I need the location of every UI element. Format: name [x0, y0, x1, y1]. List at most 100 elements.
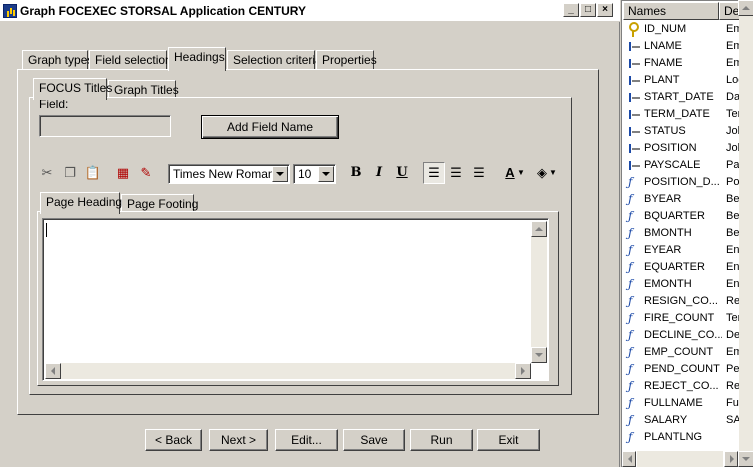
- field-icon: [626, 141, 640, 156]
- list-item[interactable]: START_DATE Date: [624, 89, 752, 106]
- eraser-icon[interactable]: ✎: [136, 163, 156, 183]
- list-item[interactable]: PAYSCALEPay L: [624, 157, 752, 174]
- scroll-up-icon[interactable]: [531, 221, 547, 237]
- list-item[interactable]: ƒEYEAREndin: [624, 242, 752, 259]
- field-name: PLANT: [644, 74, 680, 86]
- scroll-left-icon[interactable]: [45, 363, 61, 379]
- list-item[interactable]: ƒFULLNAMEFull N: [624, 395, 752, 412]
- tab-selection-criteria[interactable]: Selection criteria: [227, 50, 322, 70]
- italic-button[interactable]: I: [369, 163, 389, 183]
- exit-button[interactable]: Exit: [477, 429, 540, 451]
- field-name: BYEAR: [644, 193, 682, 205]
- list-item[interactable]: POSITIONJob P: [624, 140, 752, 157]
- list-item[interactable]: ƒBYEARBegin: [624, 191, 752, 208]
- chevron-down-icon[interactable]: ▼: [548, 163, 558, 183]
- chevron-down-icon[interactable]: [272, 166, 288, 182]
- list-item[interactable]: ƒREJECT_CO...Rejec: [624, 378, 752, 395]
- list-item[interactable]: ƒPEND_COUNTPend: [624, 361, 752, 378]
- field-name: POSITION: [644, 142, 697, 154]
- computed-field-icon: ƒ: [628, 345, 633, 359]
- computed-field-icon: ƒ: [628, 430, 633, 444]
- list-item[interactable]: STATUSJob S: [624, 123, 752, 140]
- tab-properties[interactable]: Properties: [316, 50, 377, 70]
- align-left-icon[interactable]: ☰: [423, 162, 445, 184]
- computed-field-icon: ƒ: [628, 277, 633, 291]
- list-item[interactable]: PLANTLocat: [624, 72, 752, 89]
- computed-field-icon: ƒ: [628, 175, 633, 189]
- copy-icon[interactable]: ❐: [60, 163, 80, 183]
- field-name: BMONTH: [644, 227, 692, 239]
- font-family-select[interactable]: Times New Roman: [168, 164, 290, 184]
- list-item[interactable]: FNAMEEmpl: [624, 55, 752, 72]
- scroll-right-icon[interactable]: [515, 363, 531, 379]
- list-item[interactable]: ƒEQUARTEREndin: [624, 259, 752, 276]
- field-icon: [626, 158, 640, 173]
- field-list-horizontal-scrollbar[interactable]: [637, 451, 723, 467]
- font-family-value: Times New Roman: [173, 167, 275, 181]
- scroll-right-icon[interactable]: [724, 451, 738, 467]
- chevron-down-icon[interactable]: [318, 166, 334, 182]
- paste-icon[interactable]: 📋: [83, 163, 103, 183]
- scroll-down-icon[interactable]: [738, 451, 753, 467]
- tab-focus-titles[interactable]: FOCUS Titles: [33, 78, 112, 100]
- page-heading-editor[interactable]: [42, 218, 549, 381]
- field-name: START_DATE: [644, 91, 714, 103]
- list-item[interactable]: ƒSALARYSALA: [624, 412, 752, 429]
- chevron-down-icon[interactable]: ▼: [516, 163, 526, 183]
- tab-graph-types[interactable]: Graph types: [22, 50, 93, 70]
- list-item[interactable]: ƒDECLINE_CO...Declin: [624, 327, 752, 344]
- scroll-left-icon[interactable]: [622, 451, 636, 467]
- computed-field-icon: ƒ: [628, 294, 633, 308]
- minimize-button[interactable]: _: [563, 3, 579, 17]
- list-item[interactable]: ƒBQUARTERBegin: [624, 208, 752, 225]
- list-item[interactable]: ƒBMONTHBegin: [624, 225, 752, 242]
- next-button[interactable]: Next >: [209, 429, 268, 451]
- scroll-down-icon[interactable]: [531, 347, 547, 363]
- field-list-scrollbar[interactable]: [738, 0, 753, 467]
- run-button[interactable]: Run: [410, 429, 473, 451]
- field-name: FIRE_COUNT: [644, 312, 715, 324]
- list-item[interactable]: ƒEMONTHEndin: [624, 276, 752, 293]
- computed-field-icon: ƒ: [628, 379, 633, 393]
- bold-button[interactable]: B: [346, 163, 366, 183]
- back-button[interactable]: < Back: [145, 429, 202, 451]
- field-input[interactable]: [39, 115, 171, 137]
- field-name: ID_NUM: [644, 23, 687, 35]
- graph-app-icon: [3, 4, 17, 18]
- computed-field-icon: ƒ: [628, 209, 633, 223]
- list-item[interactable]: TERM_DATETerm: [624, 106, 752, 123]
- computed-field-icon: ƒ: [628, 243, 633, 257]
- list-item[interactable]: LNAMEEmpl: [624, 38, 752, 55]
- list-item[interactable]: ƒEMP_COUNTEmplo: [624, 344, 752, 361]
- list-item[interactable]: ID_NUMEmpl: [624, 21, 752, 38]
- field-name: BQUARTER: [644, 210, 705, 222]
- underline-button[interactable]: U: [392, 163, 412, 183]
- list-item[interactable]: ƒPOSITION_D...Positi: [624, 174, 752, 191]
- maximize-button[interactable]: □: [580, 3, 596, 17]
- horizontal-scrollbar[interactable]: [45, 363, 531, 379]
- computed-field-icon: ƒ: [628, 226, 633, 240]
- insert-table-icon[interactable]: ▦: [113, 163, 133, 183]
- scroll-up-icon[interactable]: [738, 0, 753, 16]
- field-name: STATUS: [644, 125, 686, 137]
- tab-page-heading[interactable]: Page Heading: [40, 192, 122, 214]
- list-item[interactable]: ƒRESIGN_CO...Resig: [624, 293, 752, 310]
- cut-icon[interactable]: ✂: [37, 163, 57, 183]
- save-button[interactable]: Save: [343, 429, 405, 451]
- column-header-names[interactable]: Names: [623, 2, 719, 20]
- field-icon: [626, 90, 640, 105]
- list-item[interactable]: ƒFIRE_COUNTTerm: [624, 310, 752, 327]
- list-item[interactable]: ƒ PLANTLNG: [624, 429, 752, 446]
- title-bar[interactable]: Graph FOCEXEC STORSAL Application CENTUR…: [0, 0, 620, 22]
- tab-field-selection[interactable]: Field selection: [89, 50, 172, 70]
- field-name: EMP_COUNT: [644, 346, 714, 358]
- edit-button[interactable]: Edit...: [275, 429, 338, 451]
- close-button[interactable]: ×: [597, 3, 613, 17]
- add-field-name-button[interactable]: Add Field Name: [201, 115, 339, 139]
- tab-headings[interactable]: Headings: [168, 47, 226, 71]
- align-center-icon[interactable]: ☰: [446, 163, 466, 183]
- vertical-scrollbar[interactable]: [531, 221, 547, 363]
- field-name: POSITION_D...: [644, 176, 720, 188]
- font-size-select[interactable]: 10: [293, 164, 336, 184]
- align-right-icon[interactable]: ☰: [469, 163, 489, 183]
